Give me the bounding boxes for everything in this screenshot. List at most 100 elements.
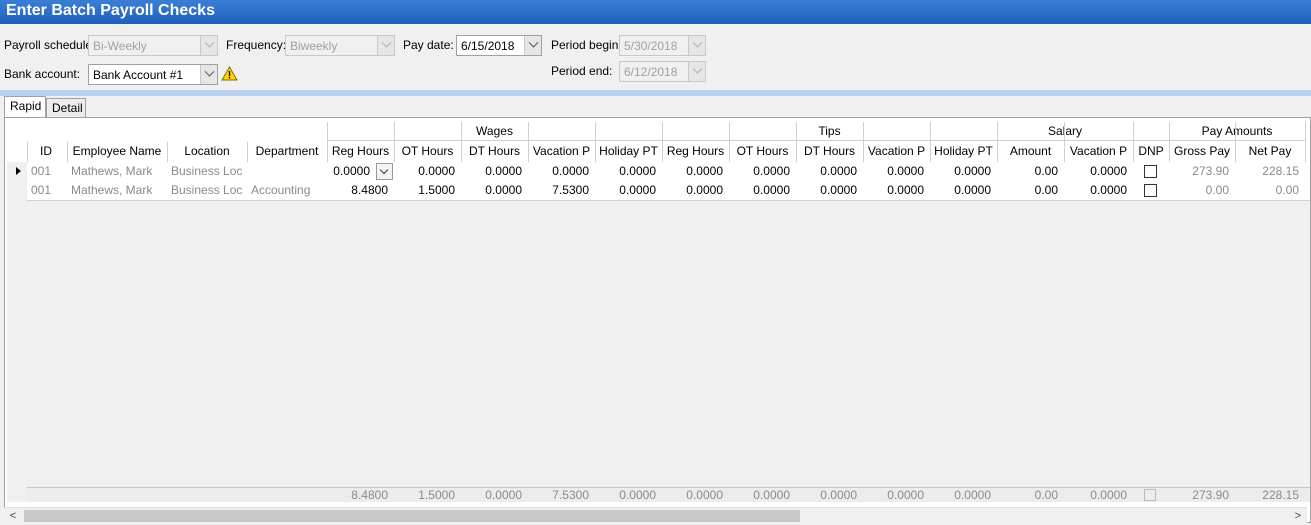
pay-date-picker[interactable]: 6/15/2018	[456, 35, 542, 56]
hours-cell[interactable]: 7.5300	[528, 181, 595, 200]
hours-cell[interactable]: 0.0000	[863, 181, 930, 200]
total-cell: 0.0000	[686, 488, 723, 502]
hours-cell[interactable]: 0.0000	[1064, 162, 1133, 181]
column-header[interactable]: DNP	[1133, 144, 1169, 160]
column-header[interactable]: Gross Pay	[1169, 144, 1235, 160]
hours-cell[interactable]: 0.0000	[796, 162, 863, 181]
column-header[interactable]: Amount	[997, 144, 1064, 160]
hours-cell[interactable]: 0.0000	[729, 181, 796, 200]
period-end-picker: 6/12/2018	[619, 61, 706, 82]
scroll-right-icon[interactable]: >	[1289, 508, 1307, 524]
column-header[interactable]: OT Hours	[394, 144, 461, 160]
total-gross-pay: 273.90	[1192, 488, 1229, 502]
column-header[interactable]: ID	[25, 144, 67, 160]
hours-cell[interactable]: 0.0000	[1064, 181, 1133, 200]
hours-cell[interactable]: 0.0000	[528, 162, 595, 181]
column-header[interactable]: Location	[167, 144, 247, 160]
chevron-down-icon	[688, 36, 705, 55]
total-cell: 0.0000	[954, 488, 991, 502]
hours-cell[interactable]: 8.4800	[327, 181, 394, 200]
horizontal-scrollbar[interactable]: < >	[4, 507, 1307, 523]
hours-cell[interactable]: 0.0000	[796, 181, 863, 200]
total-cell: 1.5000	[418, 488, 455, 502]
hours-cell[interactable]: 0.0000	[461, 162, 528, 181]
dnp-checkbox[interactable]	[1144, 165, 1157, 178]
warning-icon[interactable]	[221, 66, 238, 81]
tab-detail[interactable]: Detail	[46, 98, 86, 118]
chevron-down-icon[interactable]	[524, 36, 541, 55]
current-row-indicator-icon	[16, 167, 21, 175]
chevron-down-icon	[377, 36, 394, 55]
hours-cell[interactable]: 0.0000	[863, 162, 930, 181]
column-header[interactable]: DT Hours	[796, 144, 863, 160]
column-header[interactable]: Reg Hours	[662, 144, 729, 160]
tab-strip: Rapid Detail	[0, 96, 1311, 118]
hours-cell[interactable]: 0.0000	[595, 181, 662, 200]
column-header[interactable]: Holiday PT	[595, 144, 662, 160]
gross-pay-cell: 273.90	[1192, 164, 1229, 178]
department-cell: Accounting	[251, 183, 311, 197]
dnp-total-checkbox	[1144, 489, 1156, 501]
hours-cell[interactable]: 0.00	[997, 162, 1064, 181]
chevron-down-icon[interactable]	[200, 65, 217, 84]
window-title: Enter Batch Payroll Checks	[0, 0, 1311, 24]
pay-date-label: Pay date:	[403, 38, 454, 52]
period-begin-picker: 5/30/2018	[619, 35, 706, 56]
scrollbar-thumb[interactable]	[24, 510, 800, 522]
hours-cell[interactable]: 0.0000	[595, 162, 662, 181]
hours-cell[interactable]: 0.0000	[662, 181, 729, 200]
gross-pay-cell: 0.00	[1205, 183, 1229, 197]
hours-cell[interactable]: 0.00	[997, 181, 1064, 200]
column-header[interactable]: Reg Hours	[327, 144, 394, 160]
total-cell: 8.4800	[351, 488, 388, 502]
employee-name-cell: Mathews, Mark	[71, 164, 153, 178]
column-header[interactable]: Vacation P	[863, 144, 930, 160]
column-header[interactable]: DT Hours	[461, 144, 528, 160]
frequency-select: Biweekly	[285, 35, 395, 56]
bank-account-select[interactable]: Bank Account #1	[88, 64, 218, 85]
hours-cell[interactable]: 0.0000	[930, 181, 997, 200]
hours-cell[interactable]: 0.0000	[461, 181, 528, 200]
tips-group-header: Tips	[818, 124, 841, 138]
net-pay-cell: 228.15	[1262, 164, 1299, 178]
scroll-left-icon[interactable]: <	[4, 508, 22, 524]
frequency-label: Frequency:	[226, 38, 287, 52]
salary-group-header: Salary	[997, 124, 1133, 140]
hours-cell[interactable]: 0.0000	[662, 162, 729, 181]
hours-cell[interactable]: 1.5000	[394, 181, 461, 200]
tab-rapid[interactable]: Rapid	[4, 96, 46, 118]
total-cell: 0.0000	[1090, 488, 1127, 502]
column-header[interactable]: Department	[247, 144, 327, 160]
rapid-tab-panel: Wages Tips Salary Pay Amounts IDEmployee Nam…	[4, 117, 1311, 523]
pay-amounts-group-header: Pay Amounts	[1201, 124, 1273, 138]
employee-name-cell: Mathews, Mark	[71, 183, 153, 197]
payroll-grid[interactable]: Wages Tips Salary Pay Amounts IDEmployee Nam…	[7, 122, 1310, 502]
dnp-checkbox[interactable]	[1144, 184, 1157, 197]
hours-cell[interactable]: 0.0000	[394, 162, 461, 181]
period-end-label: Period end:	[551, 64, 613, 78]
chevron-down-icon	[688, 62, 705, 81]
total-cell: 0.0000	[619, 488, 656, 502]
hours-cell[interactable]: 0.0000	[729, 162, 796, 181]
total-cell: 7.5300	[552, 488, 589, 502]
column-header[interactable]: Net Pay	[1235, 144, 1305, 160]
row-divider	[27, 200, 1310, 201]
total-cell: 0.0000	[753, 488, 790, 502]
total-cell: 0.00	[1034, 488, 1058, 502]
column-header[interactable]: Vacation P	[528, 144, 595, 160]
bank-account-label: Bank account:	[4, 67, 81, 81]
location-cell: Business Loc	[171, 164, 243, 178]
hours-cell[interactable]: 0.0000	[930, 162, 997, 181]
column-header[interactable]: Holiday PT	[930, 144, 997, 160]
payroll-form: Payroll schedule: Bi-Weekly Frequency: B…	[0, 24, 1311, 90]
column-header[interactable]: Employee Name	[67, 144, 167, 160]
net-pay-cell: 0.00	[1275, 183, 1299, 197]
payroll-schedule-label: Payroll schedule:	[4, 38, 96, 52]
column-header[interactable]: OT Hours	[729, 144, 796, 160]
location-cell: Business Loc	[171, 183, 243, 197]
total-cell: 0.0000	[485, 488, 522, 502]
payroll-schedule-select: Bi-Weekly	[88, 35, 218, 56]
column-header[interactable]: Vacation P	[1064, 144, 1133, 160]
chevron-down-icon	[200, 36, 217, 55]
period-begin-label: Period begin:	[551, 38, 622, 52]
